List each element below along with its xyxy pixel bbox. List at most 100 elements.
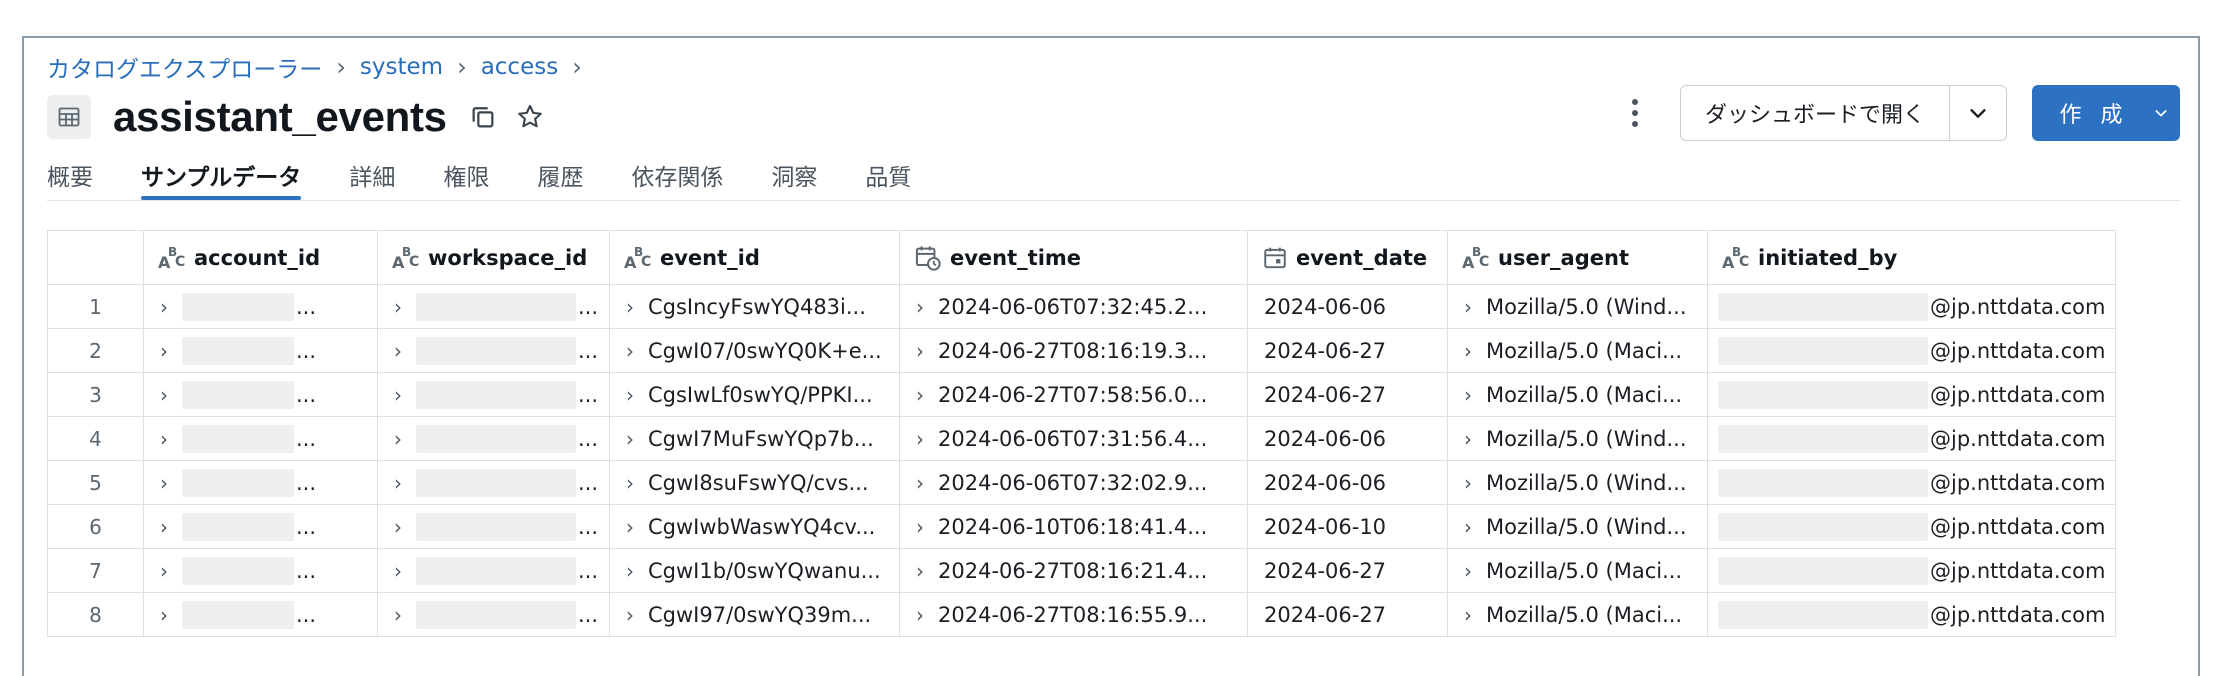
cell-event-id[interactable]: › CgsIwLf0swYQ/PPKI... (609, 372, 900, 417)
cell-workspace-id[interactable]: ›... (377, 504, 610, 549)
tab-permissions[interactable]: 権限 (443, 152, 489, 198)
cell-event-id[interactable]: › CgwI7MuFswYQp7b... (609, 416, 900, 461)
chevron-right-icon[interactable]: › (160, 427, 168, 451)
cell-workspace-id[interactable]: ›... (377, 548, 610, 593)
chevron-right-icon[interactable]: › (160, 515, 168, 539)
cell-event-time[interactable]: › 2024-06-06T07:31:56.4... (899, 416, 1248, 461)
table-row[interactable]: 5 ›... ›... › CgwI8suFswYQ/cvs... › 2024-06-06… (47, 460, 2116, 505)
chevron-right-icon[interactable]: › (626, 515, 634, 539)
table-row[interactable]: 1 ›... ›... › CgsIncyFswYQ483i... › 2024-06-06… (47, 284, 2116, 329)
cell-event-date[interactable]: 2024-06-27 (1247, 592, 1448, 637)
chevron-right-icon[interactable]: › (1464, 383, 1472, 407)
cell-user-agent[interactable]: › Mozilla/5.0 (Wind... (1447, 460, 1708, 505)
breadcrumb-catalog-explorer[interactable]: カタログエクスプローラー (47, 50, 322, 84)
cell-workspace-id[interactable]: ›... (377, 328, 610, 373)
cell-event-time[interactable]: › 2024-06-27T08:16:55.9... (899, 592, 1248, 637)
cell-user-agent[interactable]: › Mozilla/5.0 (Maci... (1447, 592, 1708, 637)
chevron-right-icon[interactable]: › (626, 603, 634, 627)
cell-workspace-id[interactable]: ›... (377, 592, 610, 637)
cell-user-agent[interactable]: › Mozilla/5.0 (Maci... (1447, 548, 1708, 593)
column-header-account-id[interactable]: A B Caccount_id (143, 230, 378, 285)
chevron-right-icon[interactable]: › (1464, 427, 1472, 451)
chevron-right-icon[interactable]: › (1464, 515, 1472, 539)
tab-lineage[interactable]: 依存関係 (631, 152, 723, 198)
chevron-right-icon[interactable]: › (394, 427, 402, 451)
cell-event-id[interactable]: › CgwI1b/0swYQwanu... (609, 548, 900, 593)
chevron-right-icon[interactable]: › (394, 515, 402, 539)
tab-quality[interactable]: 品質 (865, 152, 911, 198)
cell-account-id[interactable]: ›... (143, 592, 378, 637)
cell-account-id[interactable]: ›... (143, 504, 378, 549)
cell-account-id[interactable]: ›... (143, 328, 378, 373)
column-header-event-date[interactable]: event_date (1247, 230, 1448, 285)
cell-account-id[interactable]: ›... (143, 548, 378, 593)
chevron-down-icon[interactable] (1950, 86, 2006, 140)
cell-event-time[interactable]: › 2024-06-27T08:16:19.3... (899, 328, 1248, 373)
cell-initiated-by[interactable]: @jp.nttdata.com (1707, 592, 2116, 637)
chevron-right-icon[interactable]: › (916, 427, 924, 451)
breadcrumb-system[interactable]: system (360, 54, 443, 80)
cell-event-id[interactable]: › CgwI07/0swYQ0K+e... (609, 328, 900, 373)
chevron-right-icon[interactable]: › (1464, 295, 1472, 319)
cell-event-time[interactable]: › 2024-06-27T07:58:56.0... (899, 372, 1248, 417)
cell-event-id[interactable]: › CgwIwbWaswYQ4cv... (609, 504, 900, 549)
chevron-right-icon[interactable]: › (916, 559, 924, 583)
chevron-right-icon[interactable]: › (160, 559, 168, 583)
cell-event-date[interactable]: 2024-06-27 (1247, 328, 1448, 373)
chevron-right-icon[interactable]: › (1464, 339, 1472, 363)
chevron-right-icon[interactable]: › (394, 383, 402, 407)
cell-initiated-by[interactable]: @jp.nttdata.com (1707, 284, 2116, 329)
cell-event-id[interactable]: › CgwI97/0swYQ39m... (609, 592, 900, 637)
cell-event-time[interactable]: › 2024-06-10T06:18:41.4... (899, 504, 1248, 549)
column-header-initiated-by[interactable]: A B Cinitiated_by (1707, 230, 2116, 285)
cell-user-agent[interactable]: › Mozilla/5.0 (Maci... (1447, 372, 1708, 417)
cell-initiated-by[interactable]: @jp.nttdata.com (1707, 548, 2116, 593)
cell-account-id[interactable]: ›... (143, 372, 378, 417)
chevron-right-icon[interactable]: › (394, 471, 402, 495)
chevron-right-icon[interactable]: › (916, 339, 924, 363)
chevron-right-icon[interactable]: › (1464, 603, 1472, 627)
chevron-right-icon[interactable]: › (394, 559, 402, 583)
cell-initiated-by[interactable]: @jp.nttdata.com (1707, 504, 2116, 549)
copy-icon[interactable] (469, 103, 497, 131)
cell-event-date[interactable]: 2024-06-06 (1247, 460, 1448, 505)
column-header-event-id[interactable]: A B Cevent_id (609, 230, 900, 285)
table-row[interactable]: 2 ›... ›... › CgwI07/0swYQ0K+e... › 2024-06-27… (47, 328, 2116, 373)
chevron-right-icon[interactable]: › (394, 603, 402, 627)
chevron-right-icon[interactable]: › (626, 471, 634, 495)
cell-account-id[interactable]: ›... (143, 284, 378, 329)
chevron-right-icon[interactable]: › (160, 603, 168, 627)
cell-user-agent[interactable]: › Mozilla/5.0 (Maci... (1447, 328, 1708, 373)
chevron-right-icon[interactable]: › (916, 295, 924, 319)
cell-workspace-id[interactable]: ›... (377, 460, 610, 505)
column-header-user-agent[interactable]: A B Cuser_agent (1447, 230, 1708, 285)
more-options-icon[interactable] (1620, 92, 1650, 134)
cell-account-id[interactable]: ›... (143, 416, 378, 461)
column-header-workspace-id[interactable]: A B Cworkspace_id (377, 230, 610, 285)
create-button[interactable]: 作 成 (2032, 97, 2142, 129)
chevron-right-icon[interactable]: › (1464, 559, 1472, 583)
cell-initiated-by[interactable]: @jp.nttdata.com (1707, 372, 2116, 417)
cell-initiated-by[interactable]: @jp.nttdata.com (1707, 416, 2116, 461)
chevron-right-icon[interactable]: › (626, 339, 634, 363)
cell-event-date[interactable]: 2024-06-27 (1247, 548, 1448, 593)
chevron-right-icon[interactable]: › (626, 559, 634, 583)
tab-details[interactable]: 詳細 (349, 152, 395, 198)
chevron-right-icon[interactable]: › (626, 383, 634, 407)
tab-insights[interactable]: 洞察 (771, 152, 817, 198)
cell-event-time[interactable]: › 2024-06-06T07:32:45.2... (899, 284, 1248, 329)
tab-history[interactable]: 履歴 (537, 152, 583, 198)
table-row[interactable]: 3 ›... ›... › CgsIwLf0swYQ/PPKI... › 2024-06-2… (47, 372, 2116, 417)
cell-event-date[interactable]: 2024-06-06 (1247, 416, 1448, 461)
chevron-down-icon[interactable] (2142, 105, 2180, 121)
cell-workspace-id[interactable]: ›... (377, 284, 610, 329)
tab-sample-data[interactable]: サンプルデータ (141, 152, 302, 200)
cell-initiated-by[interactable]: @jp.nttdata.com (1707, 328, 2116, 373)
cell-user-agent[interactable]: › Mozilla/5.0 (Wind... (1447, 416, 1708, 461)
chevron-right-icon[interactable]: › (916, 603, 924, 627)
column-header-event-time[interactable]: event_time (899, 230, 1248, 285)
chevron-right-icon[interactable]: › (626, 295, 634, 319)
chevron-right-icon[interactable]: › (394, 339, 402, 363)
chevron-right-icon[interactable]: › (160, 339, 168, 363)
chevron-right-icon[interactable]: › (916, 383, 924, 407)
